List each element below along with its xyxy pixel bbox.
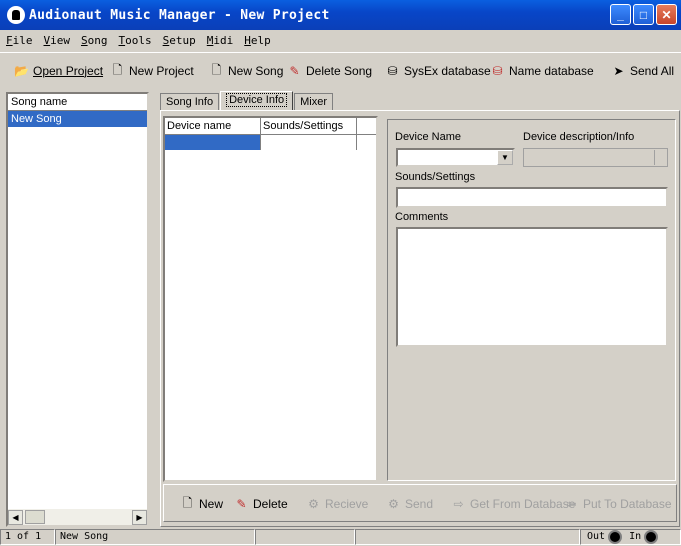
device-description-field — [523, 148, 668, 167]
title-bar: Audionaut Music Manager - New Project _ … — [0, 0, 681, 30]
menu-midi[interactable]: Midi — [207, 34, 234, 47]
new-project-label: New Project — [129, 64, 194, 78]
new-document-icon: 🗋 — [112, 62, 123, 77]
device-name-combobox[interactable]: ▼ — [396, 148, 515, 167]
get-from-database-button[interactable]: ⇨ Get From Database — [451, 495, 575, 513]
arrow-right-icon: ⇨ — [453, 497, 464, 511]
menu-bar: File View Song Tools Setup Midi Help — [0, 30, 681, 50]
menu-song[interactable]: Song — [81, 34, 108, 47]
midi-in-led-icon — [644, 530, 659, 544]
scroll-right-icon[interactable]: ▶ — [132, 509, 147, 525]
toolbar: 📂 Open Project 🗋 New Project 🗋 New Song … — [0, 52, 681, 88]
close-button[interactable]: ✕ — [656, 4, 677, 25]
menu-tools[interactable]: Tools — [119, 34, 152, 47]
chevron-down-icon[interactable]: ▼ — [497, 150, 513, 165]
send-button[interactable]: ⚙ Send — [386, 495, 433, 513]
midi-status: Out In — [580, 529, 681, 545]
scroll-thumb[interactable] — [25, 510, 45, 524]
song-list-item[interactable]: New Song — [8, 111, 147, 127]
device-list[interactable]: Device name Sounds/Settings — [163, 116, 378, 482]
name-database-button[interactable]: ⛁ Name database — [490, 59, 594, 83]
name-database-label: Name database — [509, 64, 594, 78]
send-all-label: Send All — [630, 64, 675, 78]
app-icon[interactable] — [7, 6, 25, 24]
device-name-column[interactable]: Device name — [165, 118, 261, 134]
scroll-left-icon[interactable]: ◀ — [8, 509, 23, 525]
delete-song-label: Delete Song — [306, 64, 373, 78]
status-blank-2 — [355, 529, 580, 545]
send-label: Send — [405, 497, 434, 511]
tab-device-info-label: Device Info — [226, 93, 288, 107]
put-to-database-label: Put To Database — [583, 497, 672, 511]
device-description-label: Device description/Info — [523, 131, 635, 143]
status-position: 1 of 1 — [0, 529, 55, 545]
window-title: Audionaut Music Manager - New Project — [29, 7, 330, 23]
send-all-button[interactable]: ➤ Send All — [611, 59, 674, 83]
device-action-bar: 🗋 New ✎ Delete ⚙ Recieve ⚙ Send ⇨ Get Fr… — [163, 484, 677, 522]
new-document-icon: 🗋 — [211, 62, 222, 77]
song-list-scrollbar[interactable]: ◀ ▶ — [8, 509, 147, 525]
open-project-label: Open Project — [33, 64, 104, 78]
eraser-icon: ✎ — [289, 64, 300, 78]
recieve-button[interactable]: ⚙ Recieve — [306, 495, 368, 513]
device-name-cell[interactable] — [165, 135, 261, 150]
sounds-settings-input[interactable] — [396, 187, 668, 208]
arrow-left-icon: ⇦ — [566, 497, 577, 511]
delete-song-button[interactable]: ✎ Delete Song — [287, 59, 372, 83]
spin-icon — [654, 150, 666, 165]
device-detail-panel: Device Name Device description/Info ▼ So… — [387, 119, 676, 481]
new-project-button[interactable]: 🗋 New Project — [110, 59, 194, 83]
new-document-icon: 🗋 — [182, 495, 193, 510]
comments-textarea[interactable] — [396, 227, 668, 347]
tab-device-info[interactable]: Device Info — [220, 91, 294, 111]
new-song-button[interactable]: 🗋 New Song — [209, 59, 284, 83]
open-project-button[interactable]: 📂 Open Project — [14, 59, 103, 83]
menu-help[interactable]: Help — [244, 34, 271, 47]
status-blank-1 — [255, 529, 355, 545]
tab-strip: Song Info Device Info Mixer — [160, 91, 334, 111]
recieve-label: Recieve — [325, 497, 369, 511]
comments-label: Comments — [395, 211, 449, 223]
folder-open-icon: 📂 — [14, 64, 29, 78]
eraser-icon: ✎ — [236, 497, 247, 511]
database-red-icon: ⛁ — [492, 64, 503, 78]
minimize-button[interactable]: _ — [610, 4, 631, 25]
put-to-database-button[interactable]: ⇦ Put To Database — [564, 495, 672, 513]
sounds-settings-label: Sounds/Settings — [395, 171, 476, 183]
new-song-label: New Song — [228, 64, 284, 78]
new-device-label: New — [199, 497, 224, 511]
receive-icon: ⚙ — [308, 497, 319, 511]
song-list[interactable]: Song name New Song ◀ ▶ — [6, 92, 149, 527]
menu-setup[interactable]: Setup — [163, 34, 196, 47]
tab-mixer[interactable]: Mixer — [294, 93, 334, 111]
sounds-settings-cell[interactable] — [261, 135, 357, 150]
delete-device-label: Delete — [253, 497, 288, 511]
tab-song-info[interactable]: Song Info — [160, 93, 220, 111]
delete-device-button[interactable]: ✎ Delete — [234, 495, 288, 513]
new-device-button[interactable]: 🗋 New — [180, 495, 223, 513]
menu-file[interactable]: File — [6, 34, 33, 47]
get-from-database-label: Get From Database — [470, 497, 576, 511]
database-icon: ⛁ — [387, 64, 398, 78]
midi-in-label: In — [629, 531, 642, 542]
midi-out-led-icon — [608, 530, 623, 544]
midi-out-label: Out — [587, 531, 606, 542]
song-list-header[interactable]: Song name — [8, 94, 147, 111]
status-song: New Song — [55, 529, 255, 545]
device-name-label: Device Name — [395, 131, 462, 143]
send-icon: ⚙ — [388, 497, 399, 511]
maximize-button[interactable]: □ — [633, 4, 654, 25]
status-bar: 1 of 1 New Song Out In — [0, 528, 681, 546]
menu-view[interactable]: View — [44, 34, 71, 47]
sounds-settings-column[interactable]: Sounds/Settings — [261, 118, 357, 134]
sysex-database-label: SysEx database — [404, 64, 491, 78]
sysex-database-button[interactable]: ⛁ SysEx database — [385, 59, 491, 83]
send-icon: ➤ — [613, 64, 624, 78]
table-row[interactable] — [165, 135, 376, 150]
